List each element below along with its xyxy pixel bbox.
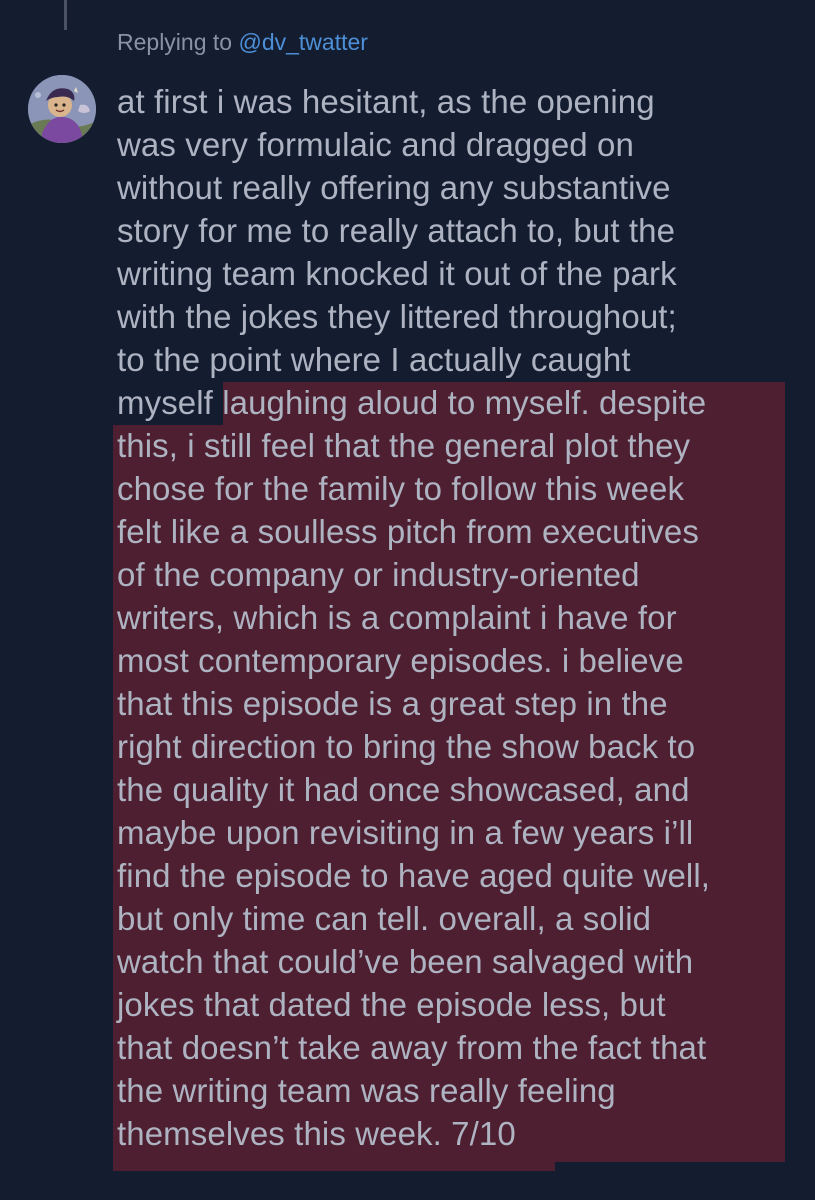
replying-to-label: Replying to (117, 29, 233, 55)
highlighted-line: but only time can tell. overall, a solid (117, 900, 652, 937)
highlighted-line: maybe upon revisiting in a few years i’l… (117, 814, 694, 851)
highlighted-line: of the company or industry-oriented (117, 556, 640, 593)
highlighted-line: the writing team was really feeling (117, 1072, 616, 1109)
highlighted-line: jokes that dated the episode less, but (117, 986, 666, 1023)
tweet-line: to the point where I actually caught (117, 341, 631, 378)
tweet-line: with the jokes they littered throughout; (117, 298, 677, 335)
highlighted-line: find the episode to have aged quite well… (117, 857, 711, 894)
highlighted-line: chose for the family to follow this week (117, 470, 685, 507)
highlighted-line: watch that could’ve been salvaged with (117, 943, 694, 980)
tweet-plain-segment: myself (117, 384, 213, 421)
tweet-body: at first i was hesitant, as the opening … (117, 80, 807, 1155)
thread-connector-line (64, 0, 67, 30)
highlighted-line: most contemporary episodes. i believe (117, 642, 684, 679)
tweet-line: without really offering any substantive (117, 169, 671, 206)
highlighted-line: this, i still feel that the general plot… (117, 427, 691, 464)
highlighted-segment: laughing aloud to myself. despite (212, 384, 707, 421)
tweet-line: story for me to really attach to, but th… (117, 212, 676, 249)
tweet-line-mixed: myself laughing aloud to myself. despite (117, 381, 807, 424)
highlighted-line: the quality it had once showcased, and (117, 771, 690, 808)
tweet-line: was very formulaic and dragged on (117, 126, 634, 163)
highlighted-line: writers, which is a complaint i have for (117, 599, 677, 636)
cartoon-character-avatar-icon (28, 75, 96, 143)
avatar[interactable] (28, 75, 96, 143)
highlighted-line: that this episode is a great step in the (117, 685, 668, 722)
highlighted-line: felt like a soulless pitch from executiv… (117, 513, 699, 550)
highlighted-line: themselves this week. 7/10 (117, 1115, 516, 1152)
highlighted-line: right direction to bring the show back t… (117, 728, 696, 765)
tweet-line: at first i was hesitant, as the opening (117, 83, 655, 120)
replying-to-context: Replying to @dv_twatter (117, 28, 368, 56)
reply-handle-link[interactable]: @dv_twatter (238, 29, 367, 55)
tweet-line: writing team knocked it out of the park (117, 255, 677, 292)
highlighted-line: that doesn’t take away from the fact tha… (117, 1029, 707, 1066)
